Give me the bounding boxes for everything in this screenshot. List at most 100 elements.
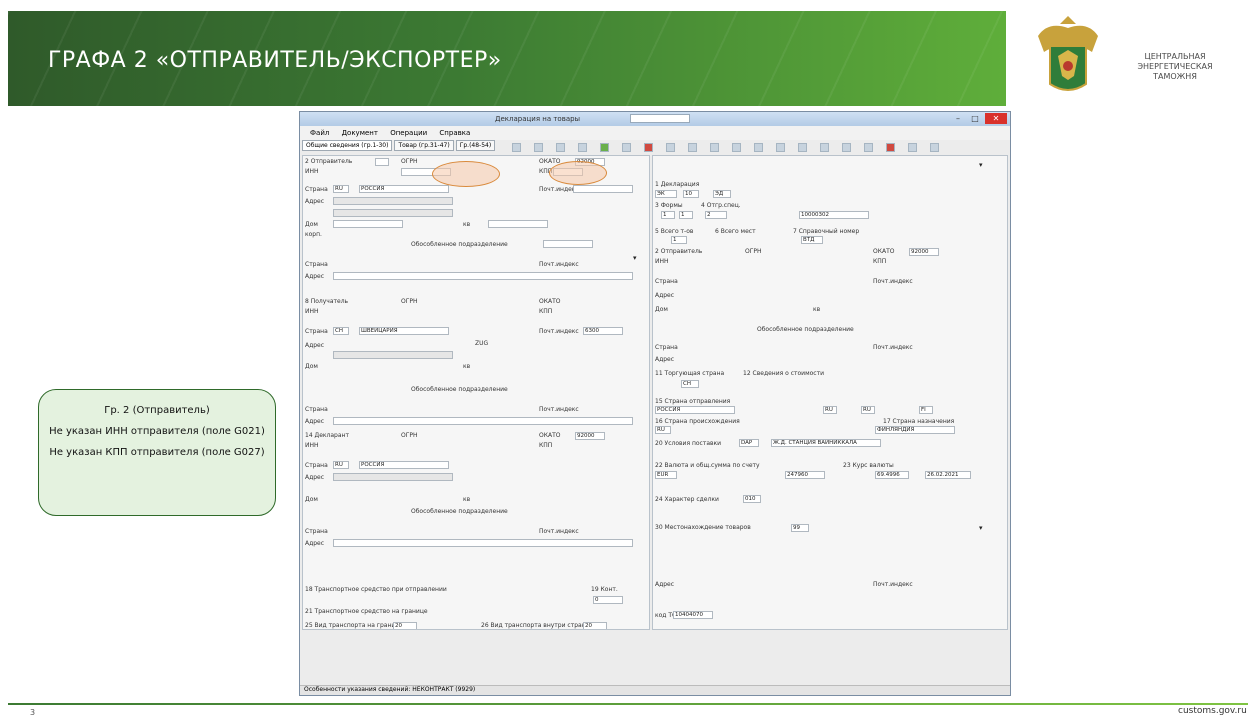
country-code-field[interactable]: RU	[333, 185, 349, 193]
trade-field[interactable]: CH	[681, 380, 699, 388]
recipient-country-code[interactable]: CH	[333, 327, 349, 335]
country-name-field[interactable]: РОССИЯ	[359, 185, 449, 193]
ref-number-field[interactable]: ВТД	[801, 236, 823, 244]
error-callout: Гр. 2 (Отправитель) Не указан ИНН отправ…	[38, 389, 276, 516]
post-field[interactable]	[573, 185, 633, 193]
transaction-label: 24 Характер сделки	[655, 496, 719, 503]
address-field[interactable]	[333, 197, 453, 205]
okato-field-r[interactable]: 92000	[909, 248, 939, 256]
toolbar-icon[interactable]	[754, 143, 763, 152]
toolbar-icon[interactable]	[710, 143, 719, 152]
toolbar-icon[interactable]	[600, 143, 609, 152]
recipient-country-name[interactable]: ШВЕЙЦАРИЯ	[359, 327, 449, 335]
subdivision-kpp-field[interactable]	[543, 240, 593, 248]
house-field[interactable]	[333, 220, 403, 228]
delivery-field[interactable]: DAP	[739, 439, 759, 447]
address-field-7[interactable]	[333, 539, 633, 547]
spec-field[interactable]: 2	[705, 211, 727, 219]
declarant-country-name[interactable]: РОССИЯ	[359, 461, 449, 469]
address-field-2[interactable]	[333, 209, 453, 217]
address-label-r: Адрес	[655, 292, 675, 299]
minimize-button[interactable]: –	[950, 113, 966, 124]
chevron-down-icon[interactable]: ▾	[979, 524, 983, 532]
toolbar-icon[interactable]	[556, 143, 565, 152]
country-origin-label: 16 Страна происхождения	[655, 418, 740, 425]
country-label-6: Страна	[305, 528, 328, 535]
inland-mode-field[interactable]: 20	[583, 622, 607, 629]
menu-operations[interactable]: Операции	[390, 129, 427, 137]
toolbar-icon[interactable]	[534, 143, 543, 152]
ref-field[interactable]: 10000302	[799, 211, 869, 219]
rate-date-field[interactable]: 26.02.2021	[925, 471, 971, 479]
decl-type-3[interactable]: ЭД	[713, 190, 731, 198]
toolbar-icon[interactable]	[930, 143, 939, 152]
chevron-down-icon[interactable]: ▾	[633, 254, 637, 262]
close-button[interactable]: ✕	[985, 113, 1007, 124]
recipient-post-field[interactable]: 6300	[583, 327, 623, 335]
toolbar-icon[interactable]	[776, 143, 785, 152]
subdivision-label-2: Обособленное подразделение	[411, 386, 508, 393]
rate-field[interactable]: 69.4996	[875, 471, 909, 479]
toolbar-icon[interactable]	[512, 143, 521, 152]
window-titlebar: Декларация на товары – □ ✕	[300, 112, 1010, 126]
toolbar-icon[interactable]	[908, 143, 917, 152]
menu-file[interactable]: Файл	[310, 129, 329, 137]
menu-document[interactable]: Документ	[342, 129, 378, 137]
tab-general[interactable]: Общие сведения (гр.1-30)	[302, 140, 393, 151]
toolbar-icon[interactable]	[578, 143, 587, 152]
dispatch-code-2[interactable]: RU	[861, 406, 875, 414]
declarant-okato-field[interactable]: 92000	[575, 432, 605, 440]
toolbar-icon[interactable]	[732, 143, 741, 152]
chevron-down-icon[interactable]: ▾	[979, 161, 983, 169]
country-dispatch-field[interactable]: РОССИЯ	[655, 406, 735, 414]
toolbar-icon[interactable]	[688, 143, 697, 152]
house-label-3: Дом	[305, 496, 318, 503]
transaction-field[interactable]: 010	[743, 495, 761, 503]
country-label-5: Страна	[305, 462, 328, 469]
tab-other[interactable]: Гр.(48-54)	[455, 140, 496, 151]
maximize-button[interactable]: □	[967, 113, 983, 124]
address-label-r2: Адрес	[655, 356, 675, 363]
address-field-3[interactable]	[333, 272, 633, 280]
delivery-label: 20 Условия поставки	[655, 440, 722, 447]
declarant-label: 14 Декларант	[305, 432, 349, 439]
forms-value-1[interactable]: 1	[661, 211, 675, 219]
toolbar-icon[interactable]	[644, 143, 653, 152]
slide-title: ГРАФА 2 «ОТПРАВИТЕЛЬ/ЭКСПОРТЕР»	[48, 48, 502, 73]
menu-help[interactable]: Справка	[439, 129, 470, 137]
transport-mode-field[interactable]: 20	[393, 622, 417, 629]
code-field[interactable]: 10404070	[673, 611, 713, 619]
toolbar-icon[interactable]	[864, 143, 873, 152]
address-field-5[interactable]	[333, 417, 633, 425]
toolbar-icon[interactable]	[842, 143, 851, 152]
delivery-place-field[interactable]: Ж.Д. СТАНЦИЯ ВАЙНИККАЛА	[771, 439, 881, 447]
currency-field[interactable]: EUR	[655, 471, 677, 479]
toolbar-icon[interactable]	[798, 143, 807, 152]
container-field[interactable]: 0	[593, 596, 623, 604]
declarant-address-field[interactable]	[333, 473, 453, 481]
country-label-r: Страна	[655, 278, 678, 285]
sender-count-field[interactable]	[375, 158, 389, 166]
decl-type-2[interactable]: 10	[683, 190, 699, 198]
items-field[interactable]: 1	[671, 236, 687, 244]
tab-goods[interactable]: Товар (гр.31-47)	[394, 140, 454, 151]
location-code-field[interactable]: 99	[791, 524, 809, 532]
dispatch-code-1[interactable]: RU	[823, 406, 837, 414]
toolbar-icon[interactable]	[622, 143, 631, 152]
toolbar-icon[interactable]	[886, 143, 895, 152]
forms-value-2[interactable]: 1	[679, 211, 693, 219]
declarant-country-code[interactable]: RU	[333, 461, 349, 469]
invoice-total-field[interactable]: 247960	[785, 471, 825, 479]
decl-type-1[interactable]: ЭК	[655, 190, 677, 198]
destination-label: 17 Страна назначения	[883, 418, 955, 425]
recipient-address-field[interactable]	[333, 351, 453, 359]
house-label: Дом	[305, 221, 318, 228]
toolbar-icon[interactable]	[666, 143, 675, 152]
toolbar-icon[interactable]	[820, 143, 829, 152]
flat-field[interactable]	[488, 220, 548, 228]
dispatch-code-3[interactable]: FI	[919, 406, 933, 414]
post-label-5: Почт.индекс	[539, 528, 579, 535]
destination-field[interactable]: ФИНЛЯНДИЯ	[875, 426, 955, 434]
country-origin-field[interactable]: RU	[655, 426, 671, 434]
container-label: 19 Конт.	[591, 586, 618, 593]
